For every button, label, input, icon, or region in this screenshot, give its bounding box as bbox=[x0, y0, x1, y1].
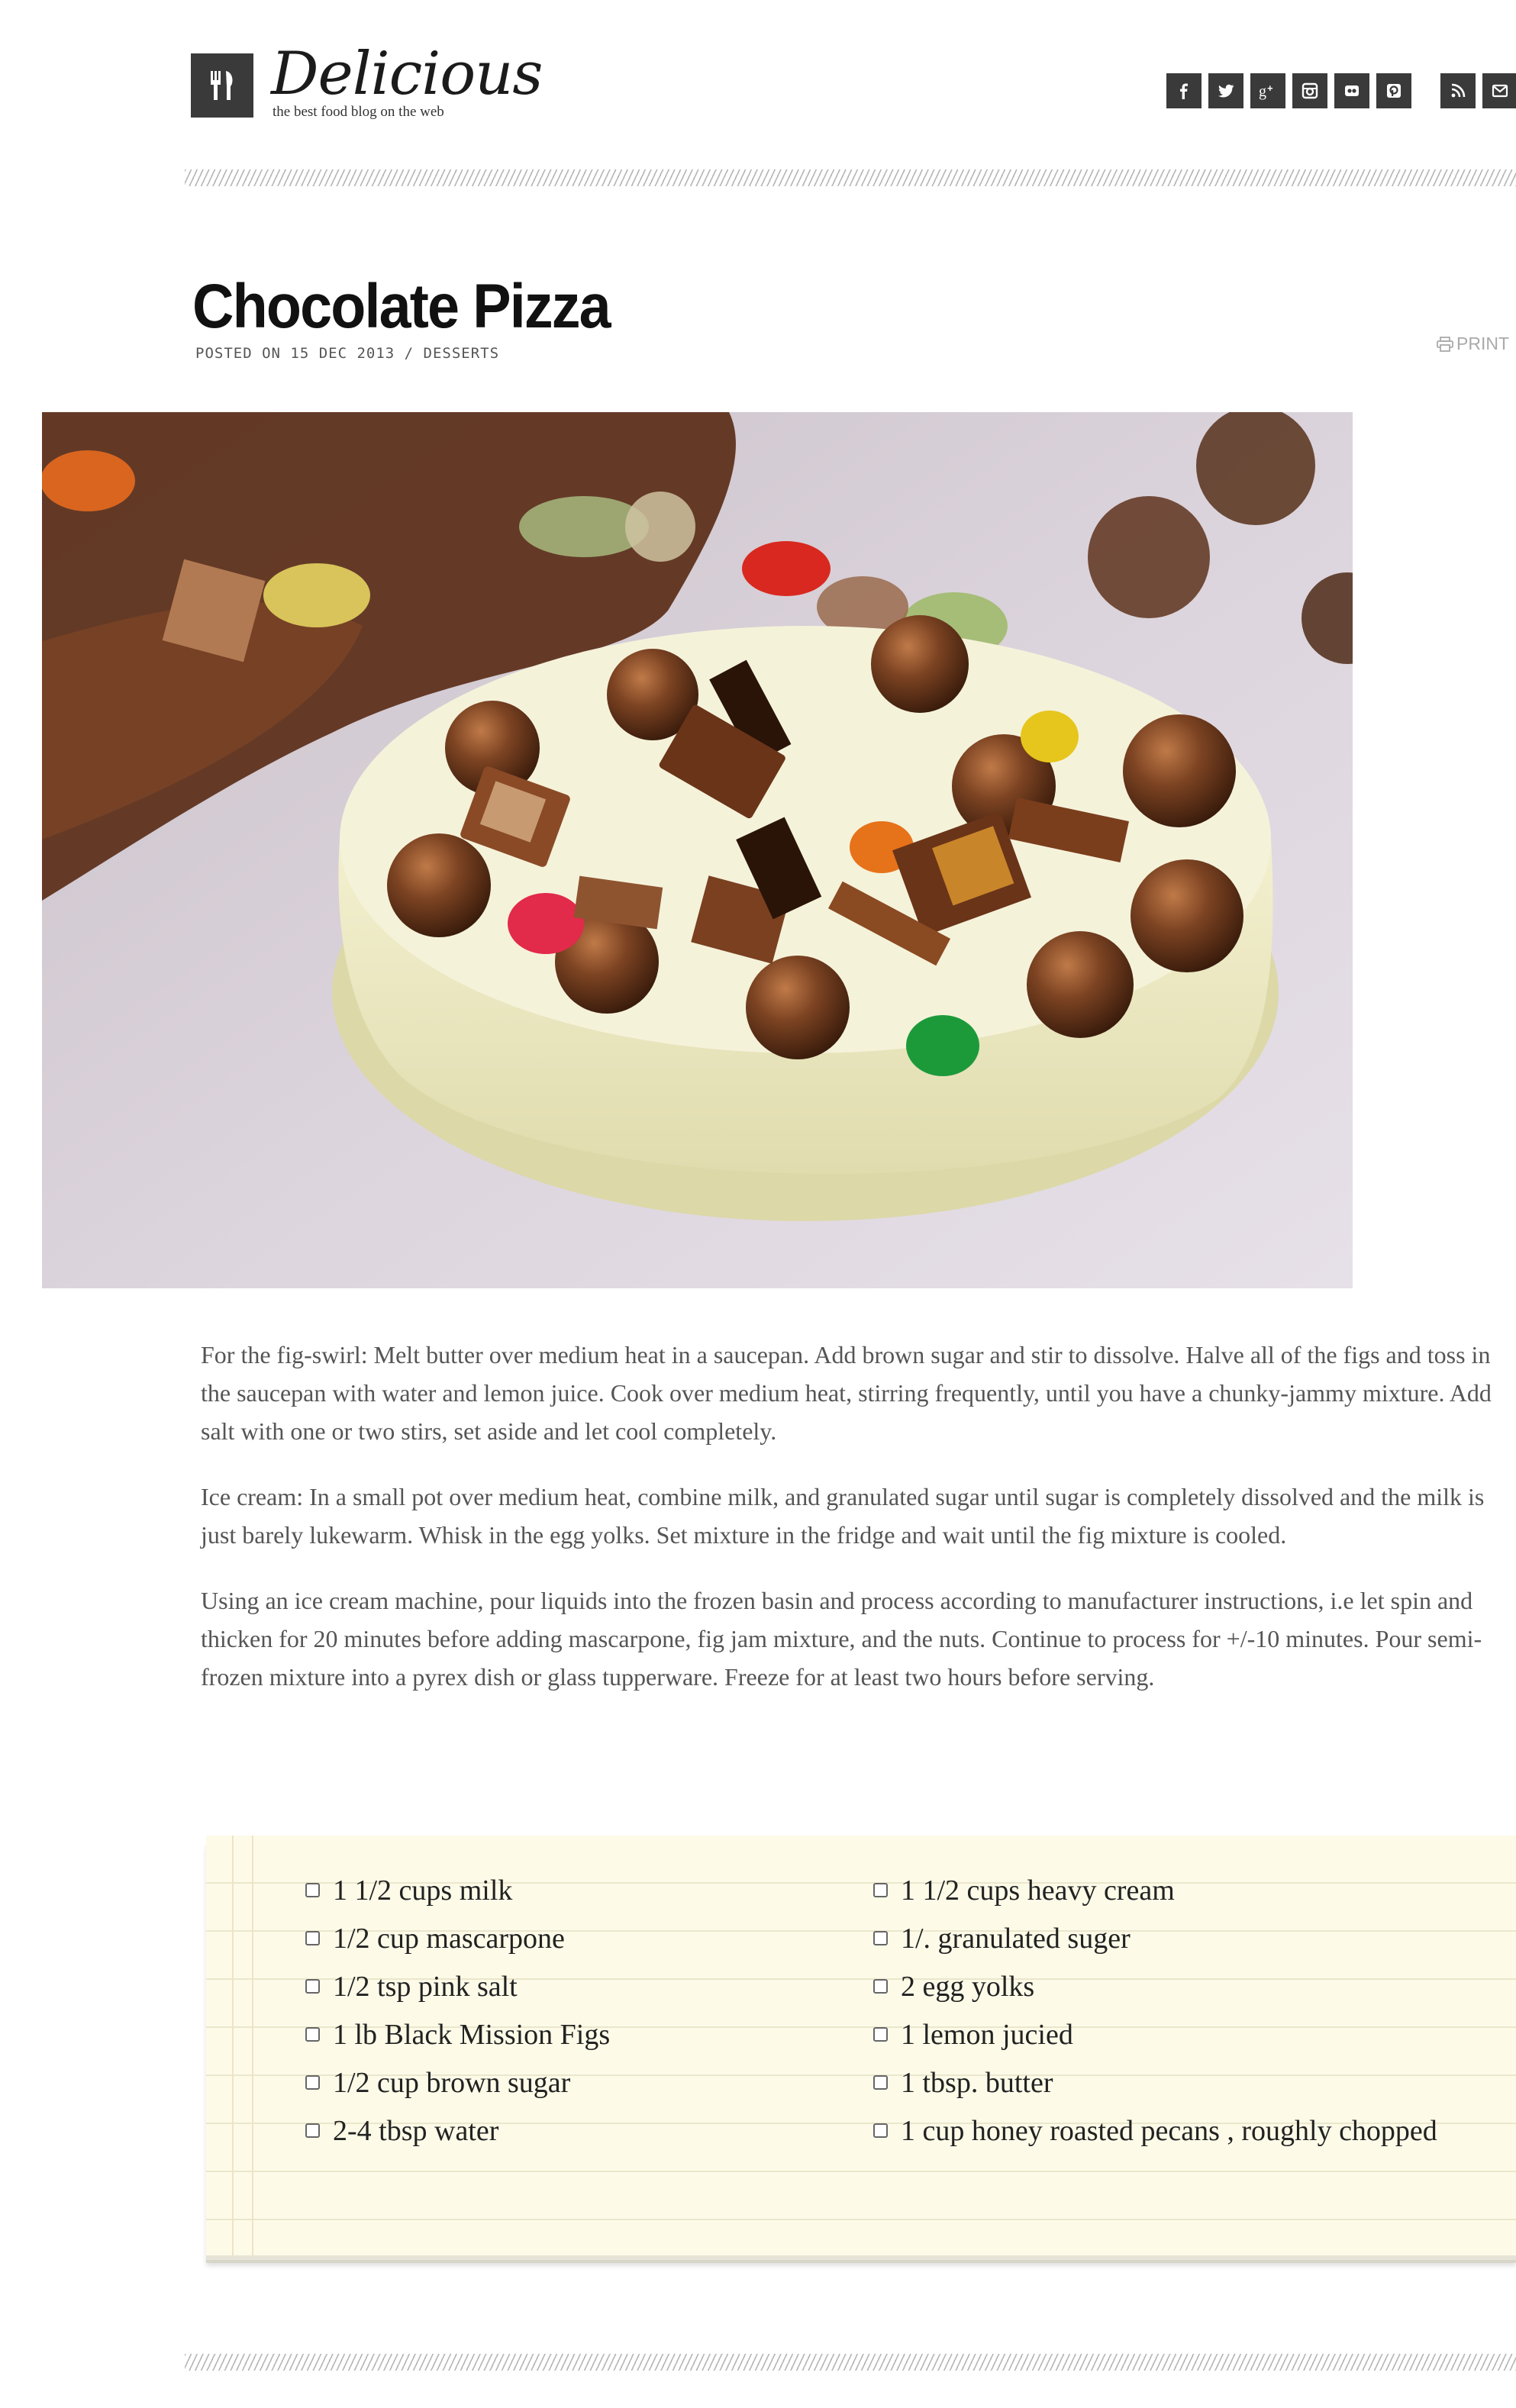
ingredient-label: 1/2 cup mascarpone bbox=[333, 1922, 565, 1955]
paragraph-machine: Using an ice cream machine, pour liquids… bbox=[201, 1587, 1482, 1691]
checkbox[interactable] bbox=[305, 2075, 320, 2090]
ingredient-label: 1 lb Black Mission Figs bbox=[333, 2018, 611, 2051]
card-margin-line bbox=[232, 1836, 234, 2255]
checkbox[interactable] bbox=[873, 2075, 888, 2090]
ingredient-label: 1/2 cup brown sugar bbox=[333, 2066, 571, 2099]
post-meta: POSTED ON 15 DEC 2013 / DESSERTS bbox=[195, 345, 500, 362]
ingredient-label: 1 lemon jucied bbox=[901, 2018, 1073, 2051]
email-icon[interactable] bbox=[1482, 73, 1516, 108]
ingredient-item[interactable]: 1 lemon jucied bbox=[873, 2010, 1437, 2058]
checkbox[interactable] bbox=[305, 1883, 320, 1897]
post-title: Chocolate Pizza bbox=[192, 272, 611, 341]
checkbox[interactable] bbox=[305, 2027, 320, 2042]
checkbox[interactable] bbox=[305, 1931, 320, 1945]
ingredient-item[interactable]: 1 1/2 cups milk bbox=[305, 1866, 610, 1914]
printer-icon bbox=[1437, 336, 1453, 352]
checkbox[interactable] bbox=[305, 2123, 320, 2138]
ingredient-label: 2 egg yolks bbox=[901, 1970, 1035, 2003]
fork-knife-icon bbox=[211, 71, 233, 100]
svg-text:g: g bbox=[1259, 83, 1266, 100]
google-plus-icon[interactable]: g + bbox=[1250, 73, 1285, 108]
rss-icon[interactable] bbox=[1440, 73, 1476, 108]
print-label: PRINT bbox=[1456, 334, 1509, 353]
ingredient-label: 1/. granulated suger bbox=[901, 1922, 1131, 1955]
ingredient-item[interactable]: 2-4 tbsp water bbox=[305, 2107, 610, 2155]
checkbox[interactable] bbox=[873, 1883, 888, 1897]
ingredient-label: 1 tbsp. butter bbox=[901, 2066, 1053, 2099]
ingredient-item[interactable]: 1/. granulated suger bbox=[873, 1914, 1437, 1962]
ingredient-item[interactable]: 1/2 tsp pink salt bbox=[305, 1962, 610, 2010]
card-margin-line bbox=[252, 1836, 253, 2255]
ingredient-item[interactable]: 2 egg yolks bbox=[873, 1962, 1437, 2010]
svg-text:+: + bbox=[1267, 82, 1273, 94]
ingredient-label: 1/2 tsp pink salt bbox=[333, 1970, 518, 2003]
site-tagline: the best food blog on the web bbox=[273, 104, 444, 120]
ingredient-item[interactable]: 1 lb Black Mission Figs bbox=[305, 2010, 610, 2058]
ingredient-label: 1 1/2 cups heavy cream bbox=[901, 1874, 1175, 1907]
chocolate-pizza-photo bbox=[42, 412, 1353, 1288]
checkbox[interactable] bbox=[873, 2027, 888, 2042]
pinterest-icon[interactable] bbox=[1376, 73, 1411, 108]
paragraph-ice-cream: Ice cream: In a small pot over medium he… bbox=[201, 1483, 1485, 1549]
header-divider bbox=[185, 169, 1516, 186]
checkbox[interactable] bbox=[305, 1979, 320, 1994]
instagram-icon[interactable] bbox=[1292, 73, 1327, 108]
flickr-icon[interactable] bbox=[1334, 73, 1369, 108]
footer-divider bbox=[185, 2354, 1516, 2371]
ingredient-item[interactable]: 1 cup honey roasted pecans , roughly cho… bbox=[873, 2107, 1437, 2155]
checkbox[interactable] bbox=[873, 1979, 888, 1994]
logo-icon[interactable] bbox=[191, 53, 253, 118]
ingredients-card: 1 1/2 cups milk 1/2 cup mascarpone 1/2 t… bbox=[206, 1836, 1516, 2255]
social-links: g + bbox=[1166, 73, 1516, 108]
hero-image bbox=[42, 412, 1353, 1288]
ingredients-right-column: 1 1/2 cups heavy cream 1/. granulated su… bbox=[873, 1866, 1437, 2155]
checkbox[interactable] bbox=[873, 1931, 888, 1945]
facebook-icon[interactable] bbox=[1166, 73, 1202, 108]
ingredient-item[interactable]: 1/2 cup brown sugar bbox=[305, 2058, 610, 2107]
checkbox[interactable] bbox=[873, 2123, 888, 2138]
paragraph-fig-swirl: For the fig-swirl: Melt butter over medi… bbox=[201, 1341, 1492, 1445]
ingredient-item[interactable]: 1/2 cup mascarpone bbox=[305, 1914, 610, 1962]
ingredients-left-column: 1 1/2 cups milk 1/2 cup mascarpone 1/2 t… bbox=[305, 1866, 610, 2155]
site-name[interactable]: Delicious bbox=[271, 40, 543, 108]
print-button[interactable]: PRINT bbox=[1437, 334, 1509, 354]
post-content: For the fig-swirl: Melt butter over medi… bbox=[201, 1336, 1516, 1723]
twitter-icon[interactable] bbox=[1208, 73, 1243, 108]
ingredient-label: 1 1/2 cups milk bbox=[333, 1874, 513, 1907]
ingredient-item[interactable]: 1 1/2 cups heavy cream bbox=[873, 1866, 1437, 1914]
ingredient-label: 2-4 tbsp water bbox=[333, 2114, 499, 2147]
ingredient-label: 1 cup honey roasted pecans , roughly cho… bbox=[901, 2114, 1437, 2147]
ingredient-item[interactable]: 1 tbsp. butter bbox=[873, 2058, 1437, 2107]
